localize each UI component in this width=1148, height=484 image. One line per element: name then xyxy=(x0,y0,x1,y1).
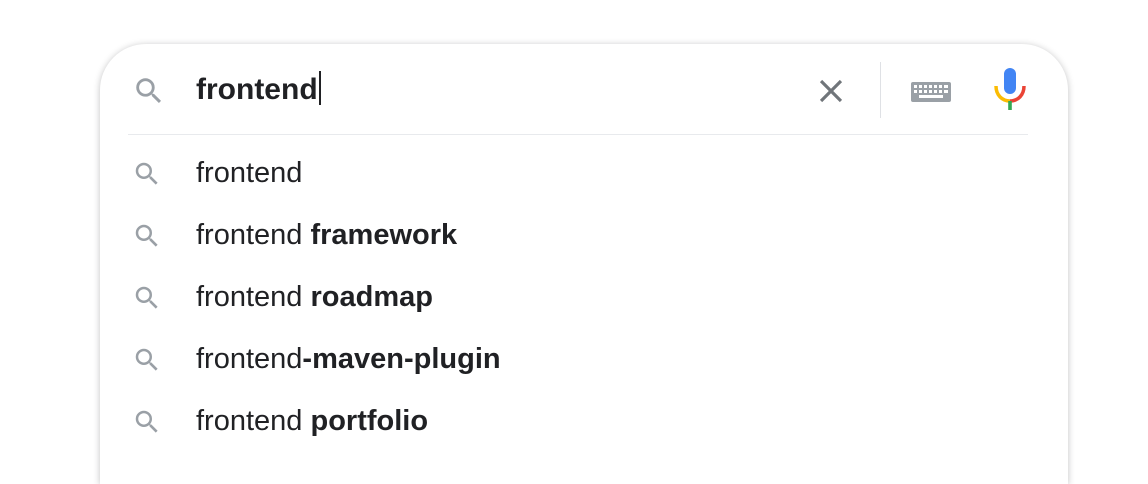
suggestion-prefix: frontend xyxy=(196,157,303,189)
search-input[interactable]: frontend xyxy=(196,70,321,110)
search-icon xyxy=(135,286,158,309)
text-caret xyxy=(318,71,321,105)
suggestion-text: frontend framework xyxy=(196,215,457,255)
suggestion-text: frontend xyxy=(196,153,302,193)
suggestion-prefix: frontend xyxy=(196,281,311,313)
suggestion-text: frontend roadmap xyxy=(196,277,433,317)
suggestion-prefix: frontend xyxy=(196,343,303,375)
search-bar[interactable]: frontend xyxy=(100,44,1068,134)
keyboard-icon[interactable] xyxy=(910,76,952,106)
toolbar-divider xyxy=(880,62,881,118)
suggestion-completion: framework xyxy=(310,219,458,251)
close-icon[interactable] xyxy=(812,72,850,110)
suggestion-prefix: frontend xyxy=(196,405,311,437)
suggestion-list: frontend frontend framework frontend roa… xyxy=(100,141,1068,451)
search-icon xyxy=(135,410,158,433)
search-box: frontend frontend frontend framework fro… xyxy=(100,44,1068,484)
suggestion-completion: -maven-plugin xyxy=(302,343,501,375)
search-icon xyxy=(136,78,162,104)
suggestion-completion: roadmap xyxy=(310,281,433,313)
search-icon xyxy=(135,348,158,371)
suggestion-text: frontend portfolio xyxy=(196,401,428,441)
search-query-text: frontend xyxy=(196,73,318,106)
suggestion-item[interactable]: frontend framework xyxy=(100,203,1068,265)
microphone-icon[interactable] xyxy=(992,66,1028,112)
suggestion-item[interactable]: frontend portfolio xyxy=(100,389,1068,451)
suggestion-completion: portfolio xyxy=(310,405,429,437)
search-icon xyxy=(135,224,158,247)
suggestion-item[interactable]: frontend roadmap xyxy=(100,265,1068,327)
suggestions-divider xyxy=(128,134,1028,135)
search-icon xyxy=(135,162,158,185)
suggestion-item[interactable]: frontend-maven-plugin xyxy=(100,327,1068,389)
suggestion-item[interactable]: frontend xyxy=(100,141,1068,203)
suggestion-prefix: frontend xyxy=(196,219,311,251)
suggestion-text: frontend-maven-plugin xyxy=(196,339,501,379)
